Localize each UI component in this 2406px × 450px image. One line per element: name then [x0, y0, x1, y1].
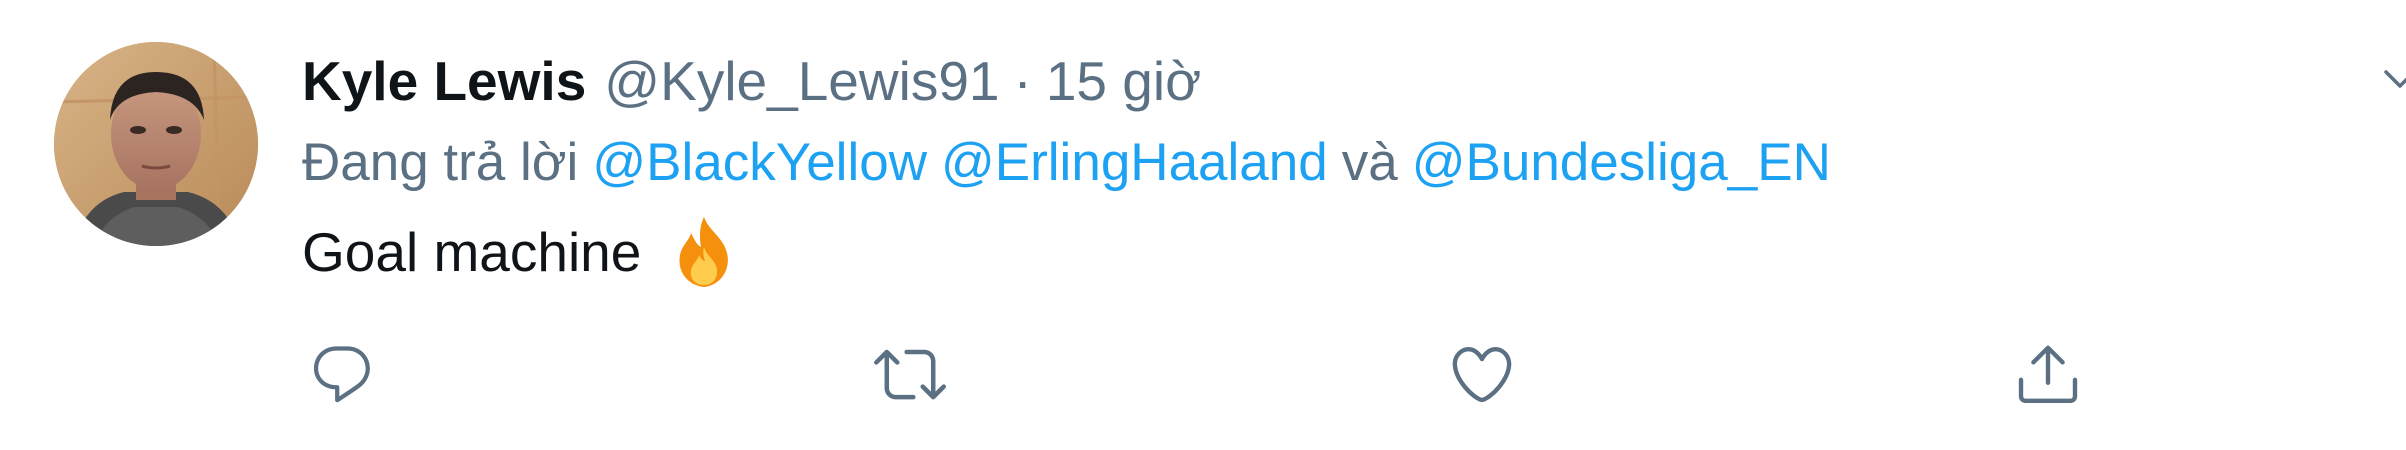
tweet-body: Goal machine: [302, 221, 642, 283]
mention-link[interactable]: @ErlingHaaland: [941, 133, 1328, 192]
reply-prefix: Đang trả lời: [302, 133, 579, 192]
author-handle[interactable]: @Kyle_Lewis91: [604, 46, 999, 116]
tweet-text: Goal machine: [302, 212, 743, 292]
avatar-photo: [54, 42, 258, 246]
replying-to: Đang trả lời @BlackYellow @ErlingHaaland và…: [302, 128, 1831, 198]
mention-link[interactable]: @Bundesliga_EN: [1412, 133, 1831, 192]
reply-conjunction: và: [1341, 133, 1398, 192]
avatar[interactable]: [54, 42, 258, 246]
chevron-down-icon[interactable]: [2380, 60, 2406, 100]
mention-link[interactable]: @BlackYellow: [592, 133, 927, 192]
timestamp[interactable]: 15 giờ: [1046, 46, 1201, 116]
tweet[interactable]: Kyle Lewis @Kyle_Lewis91 · 15 giờ Đang t…: [0, 0, 2406, 450]
reply-icon: [313, 346, 370, 403]
author-name[interactable]: Kyle Lewis: [302, 46, 586, 116]
reply-button[interactable]: [304, 336, 380, 412]
tweet-header: Kyle Lewis @Kyle_Lewis91 · 15 giờ: [302, 46, 1201, 116]
separator-dot: ·: [1013, 50, 1032, 112]
heart-icon: [1452, 346, 1512, 403]
like-button[interactable]: [1444, 336, 1520, 412]
share-button[interactable]: [2010, 336, 2086, 412]
share-icon: [2018, 345, 2078, 404]
retweet-icon: [874, 349, 946, 400]
fire-emoji-icon: [665, 213, 743, 291]
retweet-button[interactable]: [872, 336, 948, 412]
